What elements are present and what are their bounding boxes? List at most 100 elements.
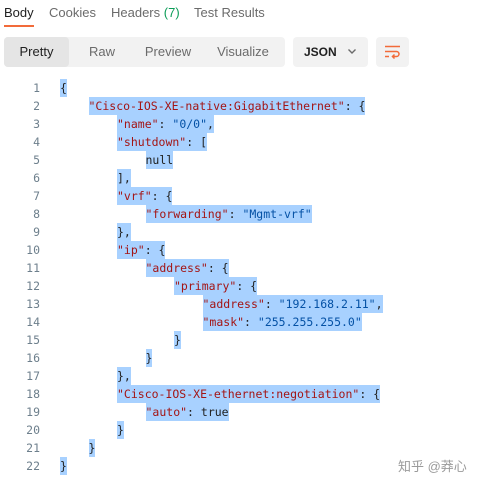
tab-cookies[interactable]: Cookies	[49, 5, 96, 20]
json-key: "address"	[145, 261, 208, 275]
watermark: 知乎 @莽心	[398, 459, 467, 474]
line-number: 2	[33, 99, 40, 113]
json-punctuation: : {	[359, 387, 381, 401]
json-punctuation: :	[264, 297, 279, 311]
json-punctuation: : {	[207, 261, 229, 275]
tab-headers-label: Headers	[111, 5, 161, 20]
code-text: }	[60, 457, 67, 475]
json-string: "Mgmt-vrf"	[242, 207, 312, 221]
json-punctuation: : {	[344, 99, 366, 113]
code-text: "forwarding": "Mgmt-vrf"	[145, 205, 312, 223]
code-text: "ip": {	[117, 241, 166, 259]
headers-count-badge: (7)	[163, 5, 180, 20]
line-number: 15	[26, 333, 40, 347]
view-mode-switcher: Pretty Raw Preview Visualize	[4, 37, 285, 67]
json-punctuation: }	[174, 333, 181, 347]
code-text: "shutdown": [	[117, 133, 208, 151]
code-text: }	[88, 439, 96, 457]
json-punctuation: :	[158, 117, 173, 131]
line-number: 4	[33, 135, 40, 149]
json-punctuation: :	[228, 207, 243, 221]
tab-headers[interactable]: Headers (7)	[111, 5, 180, 20]
line-number: 14	[26, 315, 40, 329]
code-text: "Cisco-IOS-XE-native:GigabitEthernet": {	[88, 97, 366, 115]
code-text: "mask": "255.255.255.0"	[202, 313, 362, 331]
json-key: "shutdown"	[117, 135, 187, 149]
code-text: },	[117, 223, 131, 241]
view-preview-button[interactable]: Preview	[135, 37, 201, 67]
json-punctuation: :	[187, 405, 201, 419]
line-number: 21	[26, 441, 40, 455]
code-text: null	[145, 151, 174, 169]
json-key: "auto"	[145, 405, 188, 419]
line-number: 6	[33, 171, 40, 185]
code-text: "vrf": {	[117, 187, 173, 205]
response-body-editor[interactable]: 1 {2 "Cisco-IOS-XE-native:GigabitEthernet"…	[0, 79, 489, 479]
json-key: "name"	[117, 117, 159, 131]
code-text: "Cisco-IOS-XE-ethernet:negotiation": {	[117, 385, 381, 403]
json-punctuation: }	[117, 423, 124, 437]
code-text: {	[60, 79, 67, 97]
json-key: "mask"	[202, 315, 245, 329]
line-number: 20	[26, 423, 40, 437]
line-number: 13	[26, 297, 40, 311]
view-raw-button[interactable]: Raw	[69, 37, 135, 67]
json-punctuation: }	[145, 351, 153, 365]
json-key: "vrf"	[117, 189, 152, 203]
line-number: 9	[33, 225, 40, 239]
json-punctuation: ],	[117, 171, 131, 185]
json-punctuation: : {	[144, 243, 166, 257]
code-text: }	[117, 421, 124, 439]
json-string: "192.168.2.11"	[278, 297, 376, 311]
line-number: 22	[26, 459, 40, 473]
json-string: "255.255.255.0"	[257, 315, 362, 329]
code-text: ],	[117, 169, 131, 187]
wrap-lines-icon	[385, 45, 400, 60]
line-number: 17	[26, 369, 40, 383]
view-visualize-button[interactable]: Visualize	[201, 37, 285, 67]
json-key: "Cisco-IOS-XE-ethernet:negotiation"	[117, 387, 360, 401]
json-literal: true	[200, 405, 229, 419]
code-text: "address": "192.168.2.11",	[202, 295, 383, 313]
json-punctuation: }	[88, 441, 96, 455]
active-tab-indicator	[4, 25, 34, 27]
json-punctuation: : [	[186, 135, 208, 149]
json-punctuation: ,	[375, 297, 383, 311]
code-text: "name": "0/0",	[117, 115, 214, 133]
chevron-down-icon	[347, 37, 357, 67]
code-text: },	[117, 367, 131, 385]
line-number: 16	[26, 351, 40, 365]
view-pretty-button[interactable]: Pretty	[4, 37, 69, 67]
line-number: 11	[26, 261, 40, 275]
json-punctuation: },	[117, 369, 131, 383]
line-number: 3	[33, 117, 40, 131]
line-number: 8	[33, 207, 40, 221]
wrap-lines-button[interactable]	[376, 37, 409, 67]
code-text: "address": {	[145, 259, 229, 277]
json-literal: null	[145, 153, 174, 167]
json-key: "forwarding"	[145, 207, 229, 221]
json-punctuation: },	[117, 225, 131, 239]
json-punctuation: ,	[207, 117, 214, 131]
json-punctuation: : {	[236, 279, 258, 293]
json-key: "ip"	[117, 243, 145, 257]
format-select-value: JSON	[304, 45, 337, 59]
json-string: "0/0"	[172, 117, 208, 131]
line-number: 18	[26, 387, 40, 401]
tab-body[interactable]: Body	[4, 5, 34, 20]
json-punctuation: }	[60, 459, 67, 473]
line-number: 7	[33, 189, 40, 203]
line-number: 12	[26, 279, 40, 293]
code-text: }	[174, 331, 181, 349]
format-select[interactable]: JSON	[293, 37, 368, 67]
line-number: 5	[33, 153, 40, 167]
code-text: }	[145, 349, 153, 367]
response-tabs: Body Cookies Headers (7) Test Results	[0, 0, 489, 27]
code-text: "auto": true	[145, 403, 229, 421]
tab-test-results[interactable]: Test Results	[194, 5, 265, 20]
line-number: 10	[26, 243, 40, 257]
line-number: 19	[26, 405, 40, 419]
json-key: "primary"	[174, 279, 237, 293]
line-number: 1	[33, 81, 40, 95]
code-text: "primary": {	[174, 277, 258, 295]
